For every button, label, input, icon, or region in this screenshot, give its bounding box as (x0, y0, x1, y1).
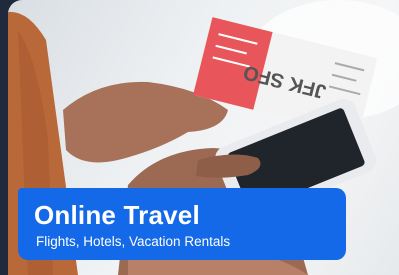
promo-card[interactable]: JFK SFO Online Travel Flights, Hotels, V… (8, 0, 399, 275)
banner-subtitle: Flights, Hotels, Vacation Rentals (36, 234, 231, 249)
banner-title: Online Travel (34, 200, 200, 230)
promo-banner[interactable]: Online Travel Flights, Hotels, Vacation … (18, 188, 346, 260)
